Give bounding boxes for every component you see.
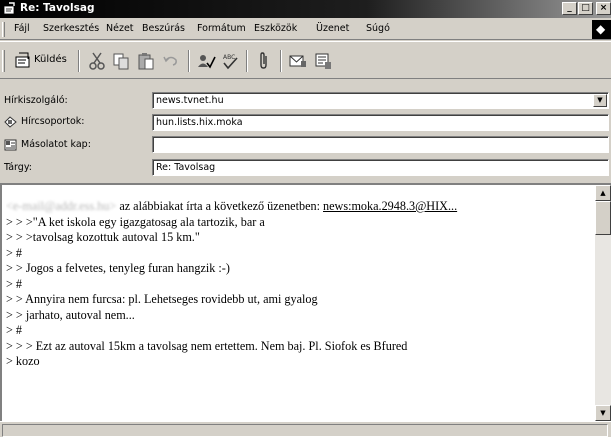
subject-value: Re: Tavolsag — [156, 162, 216, 173]
news-server-select[interactable]: news.tvnet.hu ▼ — [152, 92, 609, 109]
menu-view[interactable]: Nézet — [106, 23, 134, 34]
cc-field[interactable] — [152, 136, 609, 153]
undo-icon[interactable] — [160, 50, 182, 72]
news-server-value: news.tvnet.hu — [156, 95, 224, 106]
copy-icon[interactable] — [110, 50, 132, 72]
scroll-down-button[interactable]: ▼ — [595, 405, 611, 421]
quoted-line: > # — [6, 323, 23, 337]
quoted-line: > > > Ezt az autoval 15km a tavolsag nem… — [6, 338, 408, 353]
window-title: Re: Tavolsag — [20, 2, 95, 14]
send-button-label[interactable]: Küldés — [34, 54, 67, 65]
quoted-line: > > jarhato, autoval nem... — [6, 307, 135, 322]
toolbar-separator — [246, 50, 248, 72]
quote-intro-line: <e-mail@addr.ess.hu> az alábbiakat írta … — [6, 199, 594, 215]
menu-file[interactable]: Fájl — [14, 23, 30, 34]
menu-insert[interactable]: Beszúrás — [142, 23, 185, 34]
newsgroups-field[interactable]: hun.lists.hix.moka — [152, 114, 609, 131]
menu-tools[interactable]: Eszközök — [254, 23, 297, 34]
cc-label[interactable]: Másolatot kap: — [21, 139, 91, 150]
status-panel — [2, 424, 608, 437]
quoted-line: > # — [6, 245, 23, 260]
menu-bar: Fájl Szerkesztés Nézet Beszúrás Formátum… — [0, 19, 611, 40]
menu-grip[interactable] — [2, 22, 5, 37]
compose-window: Re: Tavolsag _ □ × Fájl Szerkesztés Néze… — [0, 0, 611, 437]
quoted-line: > kozo — [6, 354, 40, 368]
attach-icon[interactable] — [253, 50, 275, 72]
menu-edit[interactable]: Szerkesztés — [43, 23, 99, 34]
toolbar-grip[interactable] — [2, 50, 5, 72]
toolbar-separator — [280, 50, 282, 72]
sign-icon[interactable] — [312, 50, 334, 72]
title-bar[interactable]: Re: Tavolsag _ □ × — [0, 0, 611, 18]
address-book-icon — [4, 139, 17, 151]
message-body[interactable]: <e-mail@addr.ess.hu> az alábbiakat írta … — [0, 183, 611, 421]
quoted-line: > > Annyira nem furcsa: pl. Lehetseges r… — [6, 292, 318, 306]
chevron-down-icon[interactable]: ▼ — [593, 94, 607, 107]
quoted-line: > # — [6, 276, 23, 291]
minimize-button[interactable]: _ — [562, 2, 577, 15]
subject-label: Tárgy: — [4, 162, 32, 173]
quoted-line: > > Jogos a felvetes, tenyleg furan hang… — [6, 261, 230, 275]
server-label: Hírkiszolgáló: — [4, 95, 68, 106]
spelling-icon[interactable]: ABC — [219, 50, 241, 72]
newsgroups-label[interactable]: Hírcsoportok: — [21, 116, 84, 127]
message-reference-link[interactable]: news:moka.2948.3@HIX... — [323, 199, 457, 213]
cut-icon[interactable] — [86, 50, 108, 72]
message-icon — [3, 2, 15, 15]
status-bar — [0, 421, 611, 437]
newsgroup-icon — [4, 116, 17, 128]
message-body-text[interactable]: <e-mail@addr.ess.hu> az alábbiakat írta … — [6, 199, 594, 370]
quote-intro-text: az alábbiakat írta a következő üzenetben… — [116, 199, 324, 213]
subject-field[interactable]: Re: Tavolsag — [152, 159, 609, 176]
menu-help[interactable]: Súgó — [366, 23, 390, 34]
quoted-line: > > >tavolsag kozottuk autoval 15 km." — [6, 230, 200, 244]
sender-address: <e-mail@addr.ess.hu> — [6, 199, 117, 213]
menu-format[interactable]: Formátum — [197, 23, 246, 34]
toolbar-separator — [78, 50, 80, 72]
close-button[interactable]: × — [596, 2, 611, 15]
maximize-button[interactable]: □ — [578, 2, 593, 15]
menu-message[interactable]: Üzenet — [316, 23, 349, 34]
toolbar-separator — [188, 50, 190, 72]
paste-icon[interactable] — [135, 50, 157, 72]
app-logo-icon: ◆ — [592, 20, 611, 39]
scroll-thumb[interactable] — [595, 201, 611, 235]
priority-icon[interactable] — [287, 50, 309, 72]
send-icon[interactable] — [12, 50, 34, 72]
svg-text:ABC: ABC — [223, 54, 235, 61]
newsgroups-value: hun.lists.hix.moka — [156, 117, 243, 128]
check-names-icon[interactable] — [195, 50, 217, 72]
quoted-line: > > >"A ket iskola egy igazgatosag ala t… — [6, 214, 265, 229]
vertical-scrollbar[interactable]: ▲ ▼ — [595, 185, 611, 421]
scroll-up-button[interactable]: ▲ — [595, 185, 611, 201]
toolbar: Küldés ABC — [0, 41, 611, 79]
